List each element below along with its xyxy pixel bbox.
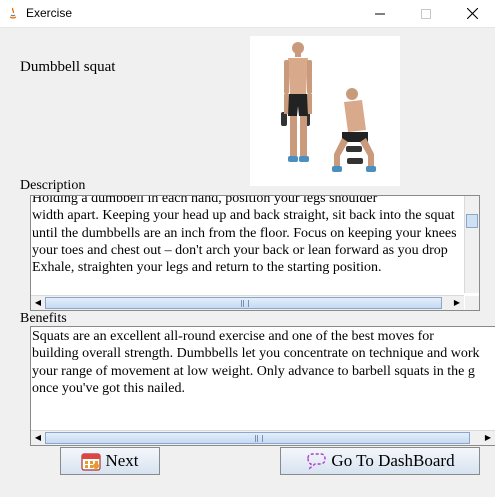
minimize-icon (375, 13, 385, 14)
java-icon (9, 7, 17, 19)
description-textarea[interactable]: Holding a dumbbell in each hand, positio… (30, 195, 480, 311)
exercise-image (250, 36, 400, 186)
scroll-left-arrow-icon[interactable]: ◀ (31, 296, 45, 310)
minimize-button[interactable] (357, 0, 403, 27)
dashboard-button-label: Go To DashBoard (331, 451, 455, 470)
title-bar: Exercise (0, 0, 495, 28)
scroll-right-arrow-icon[interactable]: ▶ (481, 431, 495, 445)
close-icon (466, 8, 478, 19)
scroll-right-arrow-icon[interactable]: ▶ (450, 296, 464, 310)
scroll-left-arrow-icon[interactable]: ◀ (31, 431, 45, 445)
benefits-horizontal-scrollbar[interactable]: ◀ ▶ (31, 430, 495, 445)
description-text: Holding a dumbbell in each hand, positio… (32, 195, 457, 276)
window-title: Exercise (26, 6, 73, 20)
calendar-icon (81, 453, 102, 471)
description-vertical-scroll-thumb[interactable] (466, 214, 478, 228)
description-horizontal-scrollbar[interactable]: ◀ ▶ (31, 295, 464, 310)
benefits-text: Squats are an excellent all-round exerci… (32, 329, 480, 396)
close-button[interactable] (449, 0, 495, 27)
description-horizontal-scroll-thumb[interactable] (45, 297, 442, 309)
exercise-name: Dumbbell squat (20, 59, 116, 75)
squat-illustration (281, 42, 376, 172)
maximize-icon (421, 8, 431, 19)
description-vertical-scrollbar[interactable] (464, 196, 479, 293)
benefits-label: Benefits (20, 311, 67, 326)
description-label: Description (20, 178, 86, 193)
scroll-corner (465, 296, 479, 310)
dashboard-icon (307, 453, 327, 470)
benefits-textarea[interactable]: Squats are an excellent all-round exerci… (30, 326, 495, 446)
go-to-dashboard-button[interactable]: Go To DashBoard (280, 447, 480, 475)
benefits-horizontal-scroll-thumb[interactable] (45, 432, 470, 444)
maximize-button[interactable] (403, 0, 449, 27)
next-button-label: Next (105, 451, 139, 470)
next-button[interactable]: Next (60, 447, 160, 475)
